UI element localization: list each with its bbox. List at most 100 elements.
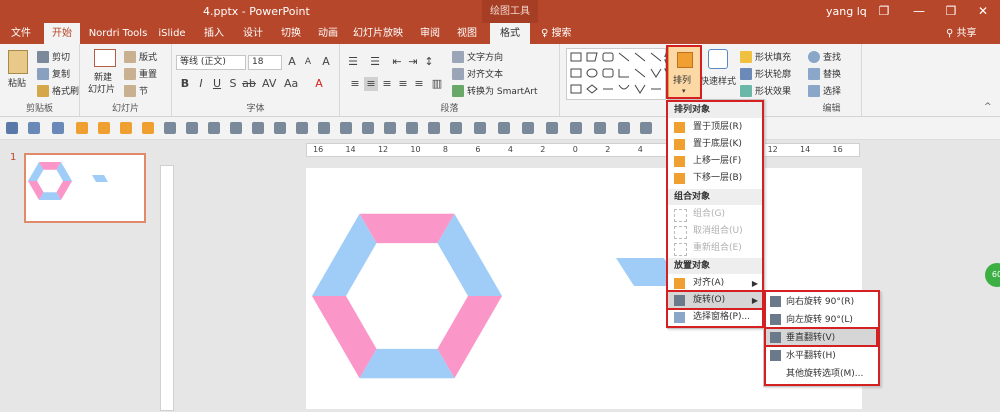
font-size-select[interactable]: 18 [248,55,282,70]
numbering-icon[interactable]: ☰ [368,55,382,69]
font-name-select[interactable]: 等线 (正文) [176,55,246,70]
undo-icon[interactable] [28,122,40,134]
qat-align-icon[interactable] [186,122,198,134]
qat-flip-3-icon[interactable] [450,122,462,134]
ribbon-display-icon[interactable]: ❐ [869,0,899,23]
qat-arrange-3-icon[interactable] [120,122,132,134]
menu-send-to-back[interactable]: 置于底层(K) [668,136,764,153]
shrink-font-icon[interactable]: A [301,55,315,69]
rotate-right-90[interactable]: 向右旋转 90°(R) [764,293,880,311]
arrange-button[interactable]: 排列 ▾ [668,46,702,100]
find-button[interactable]: 查找 [808,50,841,63]
strikethrough-icon[interactable]: ab [242,77,256,91]
qat-align-10-icon[interactable] [384,122,396,134]
qat-align-4-icon[interactable] [252,122,264,134]
reset-button[interactable]: 重置 [124,67,157,80]
qat-shape-2-icon[interactable] [522,122,534,134]
align-center-icon[interactable]: ≡ [364,77,378,91]
qat-audio-icon[interactable] [164,122,176,134]
qat-flip-2-icon[interactable] [428,122,440,134]
rotate-left-90[interactable]: 向左旋转 90°(L) [764,311,880,329]
slide-thumbnail[interactable] [24,153,146,223]
distributed-icon[interactable]: ≡ [412,77,426,91]
menu-align[interactable]: 对齐(A) ▶ [668,275,764,292]
paste-button[interactable]: 粘贴 [8,76,26,89]
tab-design[interactable]: 设计 [238,23,268,44]
qat-arrange-icon[interactable] [76,122,88,134]
qat-shape-5-icon[interactable] [594,122,606,134]
replace-button[interactable]: 替换 [808,67,841,80]
shape-outline-button[interactable]: 形状轮廓 [740,67,791,80]
select-button[interactable]: 选择 [808,84,841,97]
copy-button[interactable]: 复制 [37,67,70,80]
qat-flip-icon[interactable] [406,122,418,134]
qat-shape-icon[interactable] [498,122,510,134]
bold-icon[interactable]: B [178,77,192,91]
share-button[interactable]: ⚲ 共享 [946,23,977,44]
shapes-gallery[interactable] [566,48,666,100]
tab-home[interactable]: 开始 [44,23,80,44]
clear-formatting-icon[interactable]: A [319,55,333,69]
qat-align-9-icon[interactable] [362,122,374,134]
underline-icon[interactable]: U [210,77,224,91]
text-direction-button[interactable]: 文字方向 [452,50,503,63]
tab-view[interactable]: 视图 [452,23,482,44]
italic-icon[interactable]: I [194,77,208,91]
layout-button[interactable]: 版式 [124,50,157,63]
more-rotation-options[interactable]: 其他旋转选项(M)... [764,365,880,383]
floating-badge[interactable]: 60 [985,263,1000,287]
menu-selection-pane[interactable]: 选择窗格(P)... [668,309,764,326]
line-spacing-icon[interactable]: ↕ [422,55,436,69]
bullets-icon[interactable]: ☰ [346,55,360,69]
tab-review[interactable]: 审阅 [415,23,445,44]
qat-pen-icon[interactable] [618,122,630,134]
qat-more-icon[interactable] [640,122,652,134]
shadow-icon[interactable]: S [226,77,240,91]
convert-smartart-button[interactable]: 转换为 SmartArt [452,84,537,97]
menu-bring-to-front[interactable]: 置于顶层(R) [668,119,764,136]
qat-align-2-icon[interactable] [208,122,220,134]
qat-group-icon[interactable] [474,122,486,134]
qat-align-5-icon[interactable] [274,122,286,134]
change-case-icon[interactable]: Aa [284,77,298,91]
qat-arrange-4-icon[interactable] [142,122,154,134]
align-left-icon[interactable]: ≡ [348,77,362,91]
decrease-indent-icon[interactable]: ⇤ [390,55,404,69]
qat-shape-3-icon[interactable] [546,122,558,134]
tab-transitions[interactable]: 切换 [276,23,306,44]
minimize-button[interactable]: — [904,0,934,23]
maximize-button[interactable]: ❒ [936,0,966,23]
align-right-icon[interactable]: ≡ [380,77,394,91]
qat-align-8-icon[interactable] [340,122,352,134]
qat-align-3-icon[interactable] [230,122,242,134]
user-name[interactable]: yang lq [826,5,867,18]
tab-insert[interactable]: 插入 [199,23,229,44]
save-icon[interactable] [6,122,18,134]
tab-animations[interactable]: 动画 [313,23,343,44]
new-slide-button-line2[interactable]: 幻灯片 [88,82,115,95]
qat-shape-4-icon[interactable] [570,122,582,134]
qat-align-7-icon[interactable] [318,122,330,134]
collapse-ribbon-icon[interactable]: ^ [984,102,992,112]
flip-vertical[interactable]: 垂直翻转(V) [764,329,880,347]
section-button[interactable]: 节 [124,84,148,97]
justify-icon[interactable]: ≡ [396,77,410,91]
quick-styles-button[interactable]: 快速样式 [700,74,736,87]
increase-indent-icon[interactable]: ⇥ [406,55,420,69]
qat-arrange-2-icon[interactable] [98,122,110,134]
qat-align-6-icon[interactable] [296,122,308,134]
columns-icon[interactable]: ▥ [430,77,444,91]
close-button[interactable]: ✕ [968,0,998,23]
format-painter-button[interactable]: 格式刷 [37,84,79,97]
tab-islide[interactable]: iSlide [155,23,189,44]
tell-me-search[interactable]: ♀ 搜索 [541,23,572,44]
char-spacing-icon[interactable]: AV [262,77,276,91]
grow-font-icon[interactable]: A [285,55,299,69]
menu-send-backward[interactable]: 下移一层(B) [668,170,764,187]
shape-fill-button[interactable]: 形状填充 [740,50,791,63]
redo-icon[interactable] [52,122,64,134]
flip-horizontal[interactable]: 水平翻转(H) [764,347,880,365]
shape-effects-button[interactable]: 形状效果 [740,84,791,97]
menu-rotate[interactable]: 旋转(O) ▶ [668,292,764,309]
tab-format[interactable]: 格式 [490,23,530,44]
